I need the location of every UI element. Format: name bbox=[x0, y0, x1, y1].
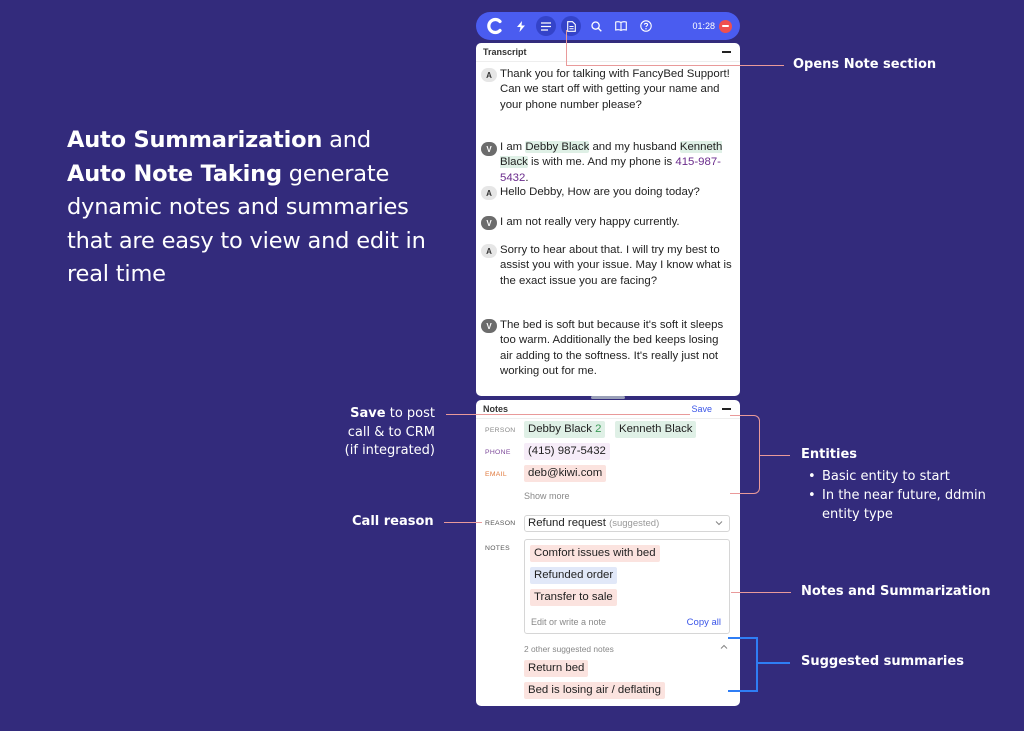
transcript-header: Transcript bbox=[476, 43, 740, 62]
note-input-placeholder[interactable]: Edit or write a note bbox=[531, 617, 606, 627]
transcript-panel: Transcript A Thank you for talking with … bbox=[476, 43, 740, 396]
chevron-up-icon[interactable] bbox=[720, 644, 728, 650]
message-text: I am not really very happy currently. bbox=[500, 216, 680, 228]
note-item[interactable]: Refunded order bbox=[530, 567, 618, 584]
notes-summ-annotation: Notes and Summarization bbox=[801, 584, 991, 599]
reason-value: Refund request bbox=[528, 517, 606, 529]
phone-tag[interactable]: (415) 987-5432 bbox=[524, 443, 610, 460]
entities-annotation: Entities bbox=[801, 447, 858, 462]
logo-icon[interactable] bbox=[484, 15, 506, 37]
entities-bullets: • Basic entity to start • In the near futu… bbox=[808, 469, 986, 522]
notes-label: NOTES bbox=[485, 545, 510, 552]
visitor-avatar: V bbox=[481, 319, 497, 333]
note-item[interactable]: Comfort issues with bed bbox=[530, 545, 660, 562]
email-tag[interactable]: deb@kiwi.com bbox=[524, 465, 607, 482]
save-button[interactable]: Save bbox=[691, 404, 712, 414]
notes-editor[interactable]: Comfort issues with bed Refunded order T… bbox=[524, 539, 730, 634]
headline-bold-notetaking: Auto Note Taking bbox=[67, 160, 282, 187]
opens-note-connector bbox=[566, 65, 784, 66]
reason-suggested: (suggested) bbox=[609, 518, 660, 529]
notes-header: Notes Save bbox=[476, 400, 740, 419]
person-tag[interactable]: Debby Black 2 bbox=[524, 421, 606, 438]
person-label: PERSON bbox=[485, 427, 516, 434]
suggested-note[interactable]: Return bed bbox=[524, 660, 589, 677]
note-document-icon[interactable] bbox=[561, 16, 581, 36]
help-icon[interactable] bbox=[636, 16, 656, 36]
agent-avatar: A bbox=[481, 244, 497, 258]
end-call-icon bbox=[722, 25, 729, 27]
headline-and: and bbox=[322, 127, 371, 153]
save-connector bbox=[446, 414, 690, 415]
message-text: I am Debby Black and my husband Kenneth … bbox=[500, 141, 723, 184]
phone-label: PHONE bbox=[485, 449, 511, 456]
call-timer: 01:28 bbox=[692, 21, 715, 31]
visitor-avatar: V bbox=[481, 142, 497, 156]
save-annotation: Save to post call & to CRM (if integrate… bbox=[344, 406, 435, 458]
agent-avatar: A bbox=[481, 68, 497, 82]
reason-select[interactable]: Refund request (suggested) bbox=[524, 515, 730, 532]
resize-handle[interactable] bbox=[591, 396, 625, 399]
copy-all-button[interactable]: Copy all bbox=[687, 617, 721, 628]
call-reason-connector bbox=[444, 522, 482, 523]
transcript-lines-icon[interactable] bbox=[536, 16, 556, 36]
suggested-annotation: Suggested summaries bbox=[801, 654, 964, 669]
search-icon[interactable] bbox=[586, 16, 606, 36]
visitor-avatar: V bbox=[481, 216, 497, 230]
entities-bracket bbox=[730, 415, 760, 494]
call-reason-annotation: Call reason bbox=[352, 514, 434, 529]
entities-connector bbox=[760, 455, 790, 456]
agent-avatar: A bbox=[481, 186, 497, 200]
message-text: Sorry to hear about that. I will try my … bbox=[500, 244, 732, 287]
notes-summ-connector bbox=[731, 592, 791, 593]
suggested-note[interactable]: Bed is losing air / deflating bbox=[524, 682, 665, 699]
transcript-title: Transcript bbox=[483, 47, 527, 57]
headline: Auto Summarization and Auto Note Taking … bbox=[67, 124, 427, 292]
collapse-notes-icon[interactable] bbox=[722, 408, 731, 410]
show-more-link[interactable]: Show more bbox=[524, 491, 570, 501]
reason-label: REASON bbox=[485, 520, 516, 527]
message-text: The bed is soft but because it's soft it… bbox=[500, 319, 724, 377]
book-icon[interactable] bbox=[611, 16, 631, 36]
toolbar: 01:28 bbox=[476, 12, 740, 40]
notes-title: Notes bbox=[483, 404, 509, 414]
person-tag[interactable]: Kenneth Black bbox=[615, 421, 697, 438]
person-entity[interactable]: Debby Black bbox=[525, 141, 590, 153]
bolt-icon[interactable] bbox=[511, 16, 531, 36]
opens-note-connector-vertical bbox=[566, 30, 567, 65]
suggested-connector bbox=[758, 662, 790, 664]
message-text: Hello Debby, How are you doing today? bbox=[500, 186, 700, 198]
collapse-transcript-icon[interactable] bbox=[722, 51, 731, 53]
headline-bold-summarization: Auto Summarization bbox=[67, 127, 323, 153]
chevron-down-icon bbox=[715, 521, 723, 526]
note-item[interactable]: Transfer to sale bbox=[530, 589, 617, 606]
notes-panel: Notes Save PERSON Debby Black 2 Kenneth … bbox=[476, 400, 740, 706]
suggested-bracket bbox=[728, 637, 758, 692]
other-suggested-label[interactable]: 2 other suggested notes bbox=[524, 644, 614, 654]
email-label: EMAIL bbox=[485, 471, 507, 478]
message-text: Thank you for talking with FancyBed Supp… bbox=[500, 68, 730, 111]
end-call-button[interactable] bbox=[719, 19, 732, 33]
opens-note-annotation: Opens Note section bbox=[793, 57, 937, 72]
